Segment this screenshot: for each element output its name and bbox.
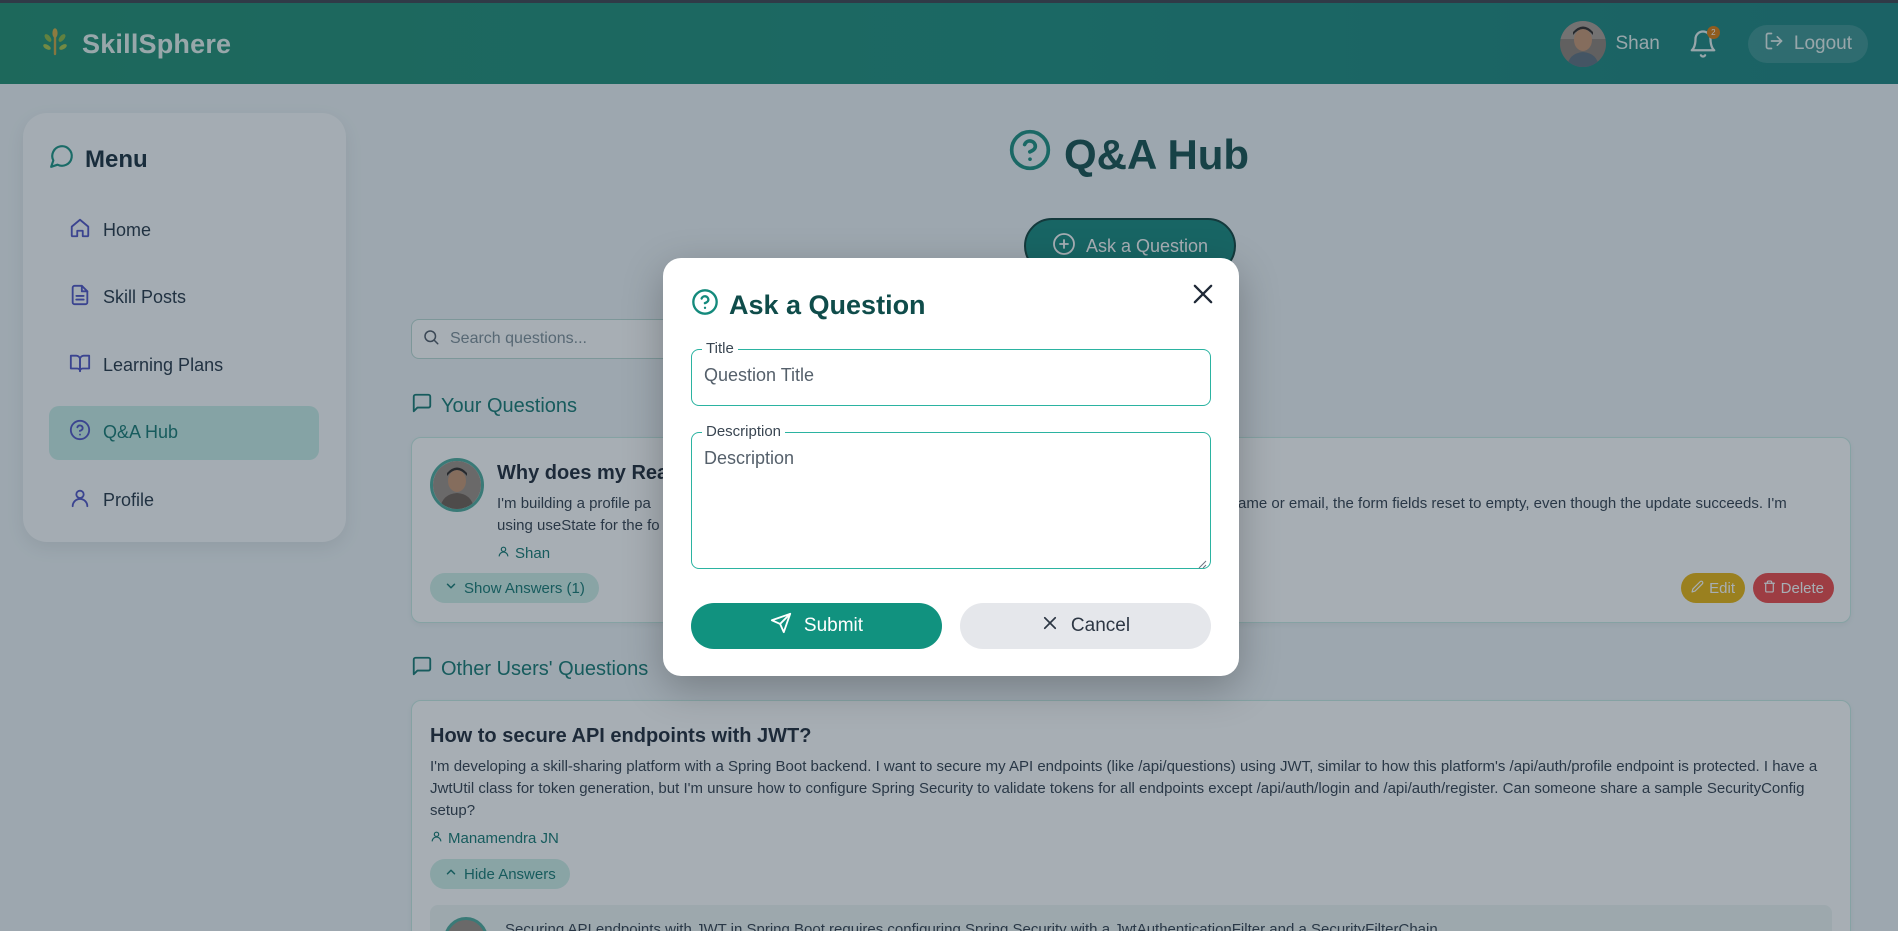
modal-title-label: Ask a Question bbox=[729, 290, 926, 320]
title-field-label: Title bbox=[702, 340, 738, 357]
ask-question-modal: Ask a Question Title Question Title Desc… bbox=[663, 258, 1239, 676]
title-field[interactable]: Title Question Title bbox=[691, 340, 1211, 406]
description-field[interactable]: Description Description bbox=[691, 423, 1211, 569]
close-icon[interactable] bbox=[1189, 280, 1217, 308]
submit-button[interactable]: Submit bbox=[691, 603, 942, 649]
description-input-placeholder: Description bbox=[704, 448, 795, 468]
resize-handle-icon[interactable] bbox=[1198, 556, 1207, 569]
send-icon bbox=[770, 612, 792, 640]
modal-title: Ask a Question bbox=[691, 288, 926, 323]
cancel-button[interactable]: Cancel bbox=[960, 603, 1211, 649]
submit-label: Submit bbox=[803, 615, 864, 636]
question-circle-icon bbox=[691, 288, 719, 323]
title-input-placeholder: Question Title bbox=[704, 365, 815, 385]
description-field-label: Description bbox=[702, 423, 786, 440]
cancel-label: Cancel bbox=[1070, 615, 1131, 636]
close-icon bbox=[1041, 614, 1059, 638]
